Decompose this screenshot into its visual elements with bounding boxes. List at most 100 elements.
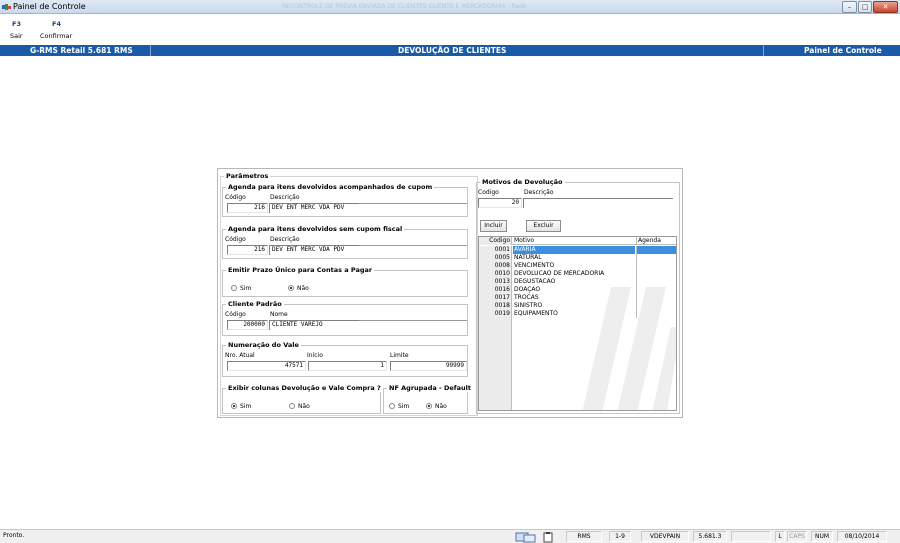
- vale-inicio-label: Início: [307, 352, 323, 359]
- status-bar: Pronto. RMS 1-9 VDEVPAIN 5.681.3 L CAPS NUM 08/…: [0, 529, 900, 543]
- grid-header-row: Codigo Motivo Agenda: [479, 237, 676, 245]
- grid-cell-code: 0013: [479, 278, 512, 286]
- grid-row-header-fill: [479, 318, 512, 410]
- status-cell: 1-9: [609, 531, 631, 542]
- grid-col-motivo[interactable]: Motivo: [513, 237, 635, 245]
- grid-cell-agenda: [636, 246, 676, 254]
- grid-cell-agenda: [636, 310, 676, 318]
- status-cell: VDEVPAIN: [641, 531, 689, 542]
- exibir-colunas-nao-radio[interactable]: [289, 403, 295, 409]
- maximize-button[interactable]: □: [858, 1, 872, 13]
- grid-row[interactable]: 0017 TROCAS: [479, 294, 676, 302]
- toolbar-exit-button[interactable]: F3 Sair: [8, 20, 28, 42]
- grid-cell-code: 0019: [479, 310, 512, 318]
- cliente-padrao-code-field[interactable]: 200000: [227, 320, 268, 330]
- window-subtitle: RECONTROLE DE PRÉVIA ENVIADA DE CLIENTES…: [282, 3, 527, 10]
- agenda-com-cupom-group: Agenda para itens devolvidos acompanhado…: [222, 183, 468, 217]
- grid-row[interactable]: 0016 DOAÇAO: [479, 286, 676, 294]
- grid-col-codigo[interactable]: Codigo: [479, 237, 512, 245]
- agenda-sem-cupom-title: Agenda para itens devolvidos sem cupom f…: [226, 225, 405, 233]
- exibir-colunas-nao-label: Não: [298, 403, 310, 410]
- numeracao-vale-group: Numeração do Vale Nro. Atual Início Limi…: [222, 341, 468, 377]
- prazo-unico-sim-label: Sim: [240, 285, 252, 292]
- grid-row[interactable]: 0013 DEGUSTACAO: [479, 278, 676, 286]
- motivo-desc-field[interactable]: [523, 198, 673, 208]
- grid-cell-agenda: [636, 278, 676, 286]
- grid-row[interactable]: 0019 EQUIPAMENTO: [479, 310, 676, 318]
- status-cell: NUM: [811, 531, 833, 542]
- prazo-unico-nao-radio[interactable]: [288, 285, 294, 291]
- grid-cell-code: 0017: [479, 294, 512, 302]
- confirm-key: F4: [52, 20, 61, 28]
- params-title: Parâmetros: [224, 172, 271, 180]
- nf-agrupada-group: NF Agrupada - Default Sim Não: [383, 384, 473, 414]
- incluir-button[interactable]: Incluir: [480, 220, 507, 232]
- motivo-code-field[interactable]: 20: [478, 198, 522, 208]
- grid-cell-motivo: DOAÇAO: [514, 286, 541, 293]
- cliente-padrao-name-field[interactable]: CLIENTE VAREJO: [269, 320, 359, 330]
- agenda-sem-cupom-group: Agenda para itens devolvidos sem cupom f…: [222, 225, 468, 259]
- minimize-button[interactable]: –: [842, 1, 857, 13]
- exibir-colunas-sim-radio[interactable]: [231, 403, 237, 409]
- exit-key: F3: [12, 20, 21, 28]
- nf-agrupada-title: NF Agrupada - Default: [387, 384, 473, 392]
- agenda-sem-cupom-code-field[interactable]: 216: [227, 245, 268, 255]
- toolbar-confirm-button[interactable]: F4 Confirmar: [38, 20, 78, 42]
- grid-cell-code: 0001: [479, 246, 512, 254]
- clipboard-icon: [543, 532, 553, 543]
- motivos-grid[interactable]: Codigo Motivo Agenda 0001 AVARIA 0005 NATUR…: [478, 236, 677, 411]
- grid-row[interactable]: 0005 NATURAL: [479, 254, 676, 262]
- prazo-unico-group: Emitir Prazo Único para Contas a Pagar S…: [222, 266, 468, 297]
- nf-agrupada-nao-label: Não: [435, 403, 447, 410]
- close-button[interactable]: ✕: [873, 1, 898, 13]
- motivo-desc-label: Descrição: [524, 189, 554, 196]
- cliente-padrao-group: Cliente Padrão Código Nome 200000 CLIENT…: [222, 300, 468, 336]
- vale-atual-label: Nro. Atual: [225, 352, 255, 359]
- header-screen-title: DEVOLUÇÃO DE CLIENTES: [398, 46, 507, 55]
- grid-cell-motivo: SINISTRO: [514, 302, 543, 309]
- header-bar: G-RMS Retail 5.681 RMS DEVOLUÇÃO DE CLIE…: [0, 45, 900, 56]
- grid-cell-agenda: [636, 294, 676, 302]
- app-icon: [2, 4, 11, 10]
- grid-cell-motivo: DEGUSTACAO: [514, 278, 556, 285]
- vale-atual-field[interactable]: 47571: [227, 361, 306, 371]
- agenda-com-cupom-desc-field[interactable]: DEV ENT MERC VDA PDV: [269, 203, 359, 213]
- grid-cell-code: 0005: [479, 254, 512, 262]
- grid-cell-agenda: [636, 302, 676, 310]
- grid-row[interactable]: 0008 VENCIMENTO: [479, 262, 676, 270]
- excluir-button[interactable]: Excluir: [526, 220, 561, 232]
- agenda-com-cupom-code-label: Código: [225, 194, 246, 201]
- vale-inicio-field[interactable]: 1: [308, 361, 387, 371]
- status-cell: CAPS: [787, 531, 807, 542]
- confirm-label: Confirmar: [40, 32, 73, 40]
- prazo-unico-title: Emitir Prazo Único para Contas a Pagar: [226, 266, 375, 274]
- agenda-sem-cupom-desc-field[interactable]: DEV ENT MERC VDA PDV: [269, 245, 359, 255]
- cliente-padrao-code-label: Código: [225, 311, 246, 318]
- nf-agrupada-sim-radio[interactable]: [389, 403, 395, 409]
- vale-limite-field[interactable]: 99999: [390, 361, 467, 371]
- grid-cell-agenda: [636, 254, 676, 262]
- exit-label: Sair: [10, 32, 23, 40]
- agenda-com-cupom-code-field[interactable]: 216: [227, 203, 268, 213]
- exibir-colunas-title: Exibir colunas Devolução e Vale Compra ?: [226, 384, 383, 392]
- grid-cell-motivo: NATURAL: [514, 254, 542, 261]
- nf-agrupada-nao-radio[interactable]: [426, 403, 432, 409]
- grid-row[interactable]: 0001 AVARIA: [479, 246, 676, 254]
- header-module-name: Painel de Controle: [804, 46, 882, 55]
- status-message: Pronto.: [3, 532, 25, 539]
- grid-row[interactable]: 0018 SINISTRO: [479, 302, 676, 310]
- exibir-colunas-sim-label: Sim: [240, 403, 252, 410]
- grid-cell-code: 0018: [479, 302, 512, 310]
- grid-cell-agenda: [636, 270, 676, 278]
- grid-col-agenda[interactable]: Agenda: [636, 237, 676, 245]
- network-icon: [515, 532, 536, 543]
- status-cell: 5.681.3: [693, 531, 727, 542]
- prazo-unico-sim-radio[interactable]: [231, 285, 237, 291]
- header-app-version: G-RMS Retail 5.681 RMS: [30, 46, 133, 55]
- grid-cell-agenda: [636, 286, 676, 294]
- window-title: Painel de Controle: [13, 2, 86, 11]
- agenda-sem-cupom-desc-label: Descrição: [270, 236, 300, 243]
- grid-row[interactable]: 0010 DEVOLUCAO DE MERCADORIA: [479, 270, 676, 278]
- motivo-code-label: Codigo: [478, 189, 499, 196]
- agenda-com-cupom-desc-label: Descrição: [270, 194, 300, 201]
